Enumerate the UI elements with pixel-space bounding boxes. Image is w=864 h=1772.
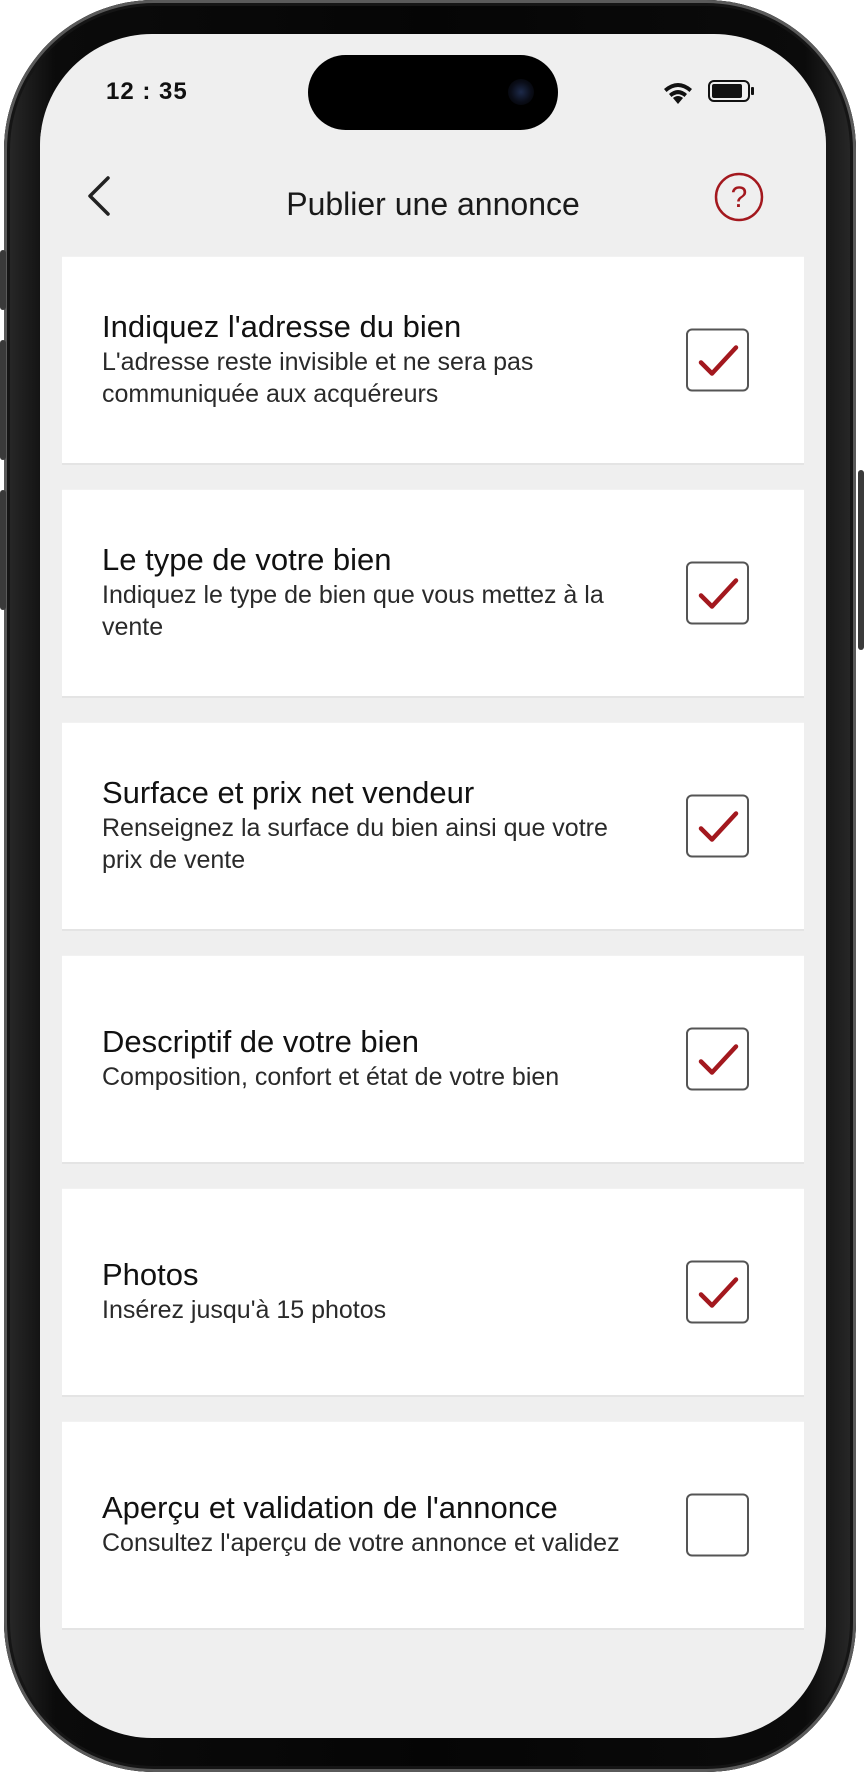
step-text: Surface et prix net vendeur Renseignez l… bbox=[102, 776, 622, 876]
app-header: Publier une annonce ? bbox=[40, 130, 826, 240]
step-title: Descriptif de votre bien bbox=[102, 1024, 420, 1059]
step-text: Photos Insérez jusqu'à 15 photos bbox=[102, 1258, 622, 1326]
step-description: Consultez l'aperçu de votre annonce et v… bbox=[102, 1529, 620, 1557]
checkmark-icon bbox=[698, 1044, 739, 1075]
step-text: Le type de votre bien Indiquez le type d… bbox=[102, 543, 622, 643]
step-title: Surface et prix net vendeur bbox=[102, 775, 475, 810]
step-preview-validation[interactable]: Aperçu et validation de l'annonce Consul… bbox=[62, 1421, 804, 1630]
step-description-text: Composition, confort et état de votre bi… bbox=[102, 1063, 560, 1091]
step-text: Descriptif de votre bien Composition, co… bbox=[102, 1025, 622, 1093]
checkmark-icon bbox=[698, 1277, 739, 1308]
steps-list: Indiquez l'adresse du bien L'adresse res… bbox=[62, 256, 804, 1654]
step-description: Renseignez la surface du bien ainsi que … bbox=[102, 814, 608, 874]
step-description[interactable]: Descriptif de votre bien Composition, co… bbox=[62, 955, 804, 1164]
step-description: Indiquez le type de bien que vous mettez… bbox=[102, 581, 604, 641]
screen: 12 : 35 Publier une annonce ? Indiquez l… bbox=[40, 34, 826, 1738]
step-checkbox[interactable] bbox=[686, 1260, 749, 1324]
step-surface-price[interactable]: Surface et prix net vendeur Renseignez l… bbox=[62, 722, 804, 931]
step-property-type[interactable]: Le type de votre bien Indiquez le type d… bbox=[62, 489, 804, 698]
step-title: Le type de votre bien bbox=[102, 542, 392, 577]
wifi-icon bbox=[664, 83, 692, 104]
status-time: 12 : 35 bbox=[106, 78, 188, 105]
volume-down-button bbox=[0, 490, 6, 610]
checkmark-icon bbox=[698, 811, 739, 842]
action-button bbox=[0, 250, 6, 310]
page-title: Publier une annonce bbox=[286, 186, 580, 222]
step-address[interactable]: Indiquez l'adresse du bien L'adresse res… bbox=[62, 256, 804, 465]
step-title: Photos bbox=[102, 1257, 199, 1292]
step-title: Indiquez l'adresse du bien bbox=[102, 309, 462, 344]
step-text: Aperçu et validation de l'annonce Consul… bbox=[102, 1491, 622, 1559]
step-text: Indiquez l'adresse du bien L'adresse res… bbox=[102, 310, 622, 410]
checkmark-icon bbox=[698, 345, 739, 376]
step-description: Insérez jusqu'à 15 photos bbox=[102, 1296, 387, 1324]
volume-up-button bbox=[0, 340, 6, 460]
step-checkbox[interactable] bbox=[686, 794, 749, 858]
dynamic-island bbox=[308, 55, 558, 130]
help-question-icon: ? bbox=[731, 181, 748, 214]
camera-icon bbox=[508, 79, 534, 105]
step-checkbox[interactable] bbox=[686, 561, 749, 625]
power-button bbox=[858, 470, 864, 650]
step-checkbox[interactable] bbox=[686, 328, 749, 392]
step-description: L'adresse reste invisible et ne sera pas… bbox=[102, 348, 534, 408]
battery-icon bbox=[708, 80, 754, 102]
step-checkbox[interactable] bbox=[686, 1027, 749, 1091]
checkmark-icon bbox=[698, 578, 739, 609]
help-button[interactable]: ? bbox=[714, 172, 764, 222]
step-title: Aperçu et validation de l'annonce bbox=[102, 1490, 558, 1525]
step-photos[interactable]: Photos Insérez jusqu'à 15 photos bbox=[62, 1188, 804, 1397]
step-checkbox[interactable] bbox=[686, 1493, 749, 1557]
